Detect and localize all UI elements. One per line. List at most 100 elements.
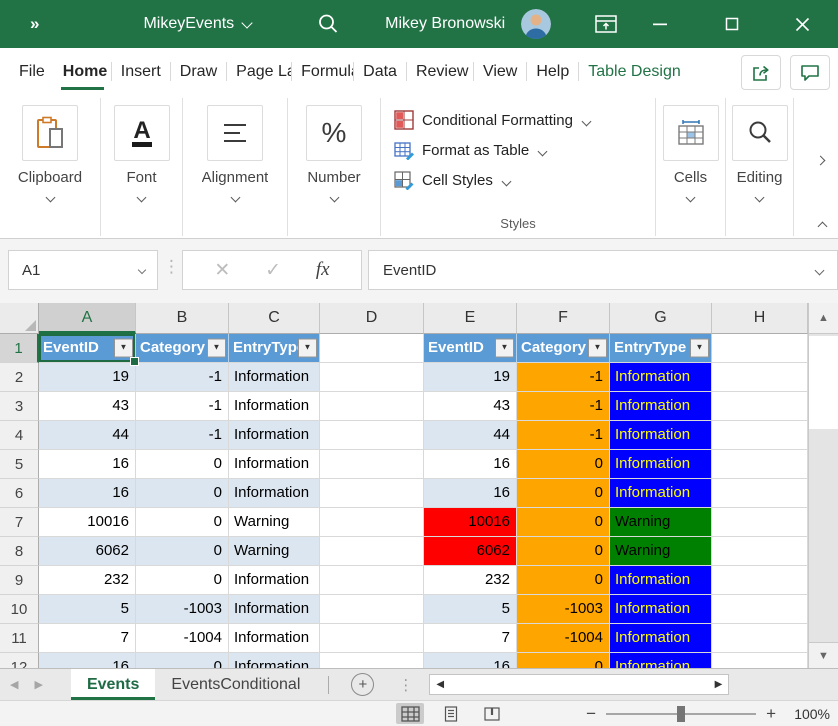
cell-G8[interactable]: Warning [610, 537, 712, 566]
cell-H9[interactable] [712, 566, 808, 595]
new-sheet-button[interactable]: + [351, 673, 374, 696]
row-header-5[interactable]: 5 [0, 450, 39, 479]
sheet-nav-left-icon[interactable]: ◀ [10, 678, 18, 691]
clipboard-button[interactable] [22, 105, 78, 161]
formula-input[interactable]: EventID [368, 250, 838, 290]
cell-A11[interactable]: 7 [39, 624, 136, 653]
collapse-ribbon-icon[interactable] [818, 222, 828, 232]
cell-D3[interactable] [320, 392, 424, 421]
cell-F4[interactable]: -1 [517, 421, 610, 450]
cell-E10[interactable]: 5 [424, 595, 517, 624]
cell-D6[interactable] [320, 479, 424, 508]
cell-B6[interactable]: 0 [136, 479, 229, 508]
tab-file[interactable]: File [10, 48, 54, 95]
cell-G1[interactable]: EntryType▼ [610, 334, 712, 363]
cell-B12[interactable]: 0 [136, 653, 229, 668]
zoom-out-button[interactable]: − [586, 705, 596, 722]
scroll-right-icon[interactable]: ▶ [715, 679, 723, 690]
cell-C12[interactable]: Information [229, 653, 320, 668]
cell-D12[interactable] [320, 653, 424, 668]
cell-F2[interactable]: -1 [517, 363, 610, 392]
expand-formula-bar-icon[interactable] [815, 265, 825, 275]
cell-G3[interactable]: Information [610, 392, 712, 421]
scroll-down-button[interactable]: ▼ [809, 642, 838, 668]
filter-button[interactable]: ▼ [588, 339, 607, 358]
cell-E3[interactable]: 43 [424, 392, 517, 421]
cell-D10[interactable] [320, 595, 424, 624]
column-header-f[interactable]: F [517, 303, 610, 334]
scroll-up-button[interactable]: ▲ [809, 303, 838, 334]
maximize-button[interactable] [717, 9, 747, 39]
cell-B10[interactable]: -1003 [136, 595, 229, 624]
sheet-tab-eventsconditional[interactable]: EventsConditional [155, 669, 316, 700]
cell-G6[interactable]: Information [610, 479, 712, 508]
cell-F10[interactable]: -1003 [517, 595, 610, 624]
row-header-3[interactable]: 3 [0, 392, 39, 421]
account-user-name[interactable]: Mikey Bronowski [385, 15, 505, 33]
column-header-b[interactable]: B [136, 303, 229, 334]
search-button[interactable] [317, 13, 339, 35]
tab-data[interactable]: Data [354, 48, 406, 95]
cell-F3[interactable]: -1 [517, 392, 610, 421]
cell-A1[interactable]: EventID▼ [39, 334, 136, 363]
cell-C4[interactable]: Information [229, 421, 320, 450]
cell-E11[interactable]: 7 [424, 624, 517, 653]
cell-C11[interactable]: Information [229, 624, 320, 653]
row-header-11[interactable]: 11 [0, 624, 39, 653]
editing-button[interactable] [732, 105, 788, 161]
cell-G4[interactable]: Information [610, 421, 712, 450]
cell-E4[interactable]: 44 [424, 421, 517, 450]
cells-button[interactable] [663, 105, 719, 161]
cell-E2[interactable]: 19 [424, 363, 517, 392]
row-header-6[interactable]: 6 [0, 479, 39, 508]
ribbon-scroll-right-icon[interactable] [816, 156, 826, 166]
cell-F9[interactable]: 0 [517, 566, 610, 595]
cell-G12[interactable]: Information [610, 653, 712, 668]
cell-H11[interactable] [712, 624, 808, 653]
share-button[interactable] [741, 55, 781, 90]
font-group-chevron-icon[interactable] [137, 193, 147, 203]
cell-B7[interactable]: 0 [136, 508, 229, 537]
cell-F8[interactable]: 0 [517, 537, 610, 566]
cell-G11[interactable]: Information [610, 624, 712, 653]
cell-C8[interactable]: Warning [229, 537, 320, 566]
row-header-4[interactable]: 4 [0, 421, 39, 450]
cell-D7[interactable] [320, 508, 424, 537]
filter-button[interactable]: ▼ [114, 339, 133, 358]
tab-page-layout[interactable]: Page Layout [227, 48, 291, 95]
cell-D8[interactable] [320, 537, 424, 566]
row-header-1[interactable]: 1 [0, 334, 39, 363]
tab-draw[interactable]: Draw [171, 48, 226, 95]
tab-formulas[interactable]: Formulas [292, 48, 353, 95]
formula-bar-grip-icon[interactable]: ⋮ [163, 257, 180, 277]
sheet-tab-events[interactable]: Events [71, 669, 155, 700]
cell-F12[interactable]: 0 [517, 653, 610, 668]
enter-button[interactable]: ✓ [265, 259, 281, 282]
cell-H12[interactable] [712, 653, 808, 668]
clipboard-group-chevron-icon[interactable] [45, 193, 55, 203]
cell-D1[interactable] [320, 334, 424, 363]
cell-A3[interactable]: 43 [39, 392, 136, 421]
cell-B9[interactable]: 0 [136, 566, 229, 595]
tab-insert[interactable]: Insert [112, 48, 170, 95]
column-header-e[interactable]: E [424, 303, 517, 334]
column-header-c[interactable]: C [229, 303, 320, 334]
number-format-button[interactable]: % [306, 105, 362, 161]
cell-E8[interactable]: 6062 [424, 537, 517, 566]
zoom-slider[interactable] [606, 713, 756, 715]
cell-G7[interactable]: Warning [610, 508, 712, 537]
comments-button[interactable] [790, 55, 830, 90]
cell-A8[interactable]: 6062 [39, 537, 136, 566]
ribbon-display-options-button[interactable] [591, 9, 621, 39]
column-header-a[interactable]: A [39, 303, 136, 334]
cell-styles-button[interactable]: Cell Styles [381, 165, 655, 195]
row-header-10[interactable]: 10 [0, 595, 39, 624]
conditional-formatting-button[interactable]: Conditional Formatting [381, 105, 655, 135]
tab-table-design[interactable]: Table Design [579, 48, 690, 95]
minimize-button[interactable] [645, 9, 675, 39]
cell-H4[interactable] [712, 421, 808, 450]
horizontal-scrollbar[interactable]: ◀ ▶ [429, 674, 729, 695]
close-button[interactable] [787, 9, 817, 39]
fill-handle[interactable] [130, 357, 139, 366]
cell-H2[interactable] [712, 363, 808, 392]
